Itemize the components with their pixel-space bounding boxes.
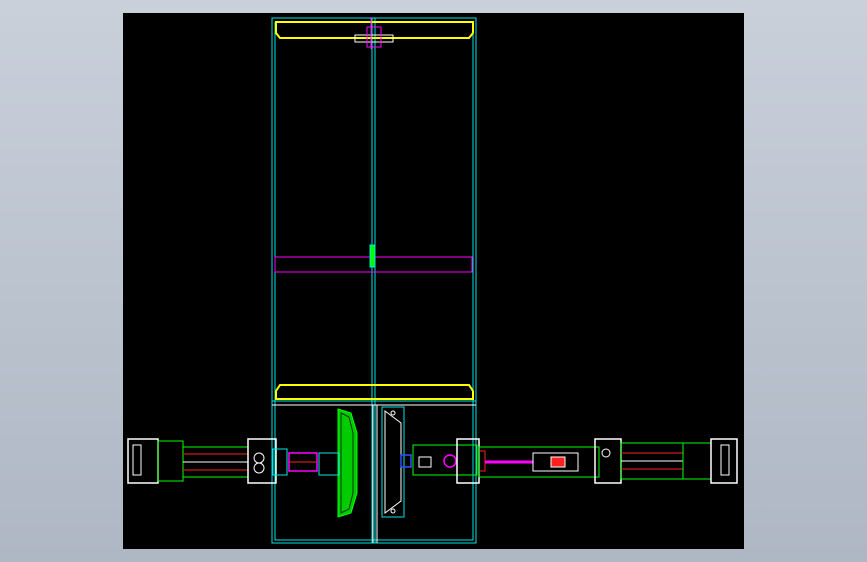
middle-band xyxy=(274,244,473,273)
left-cylinder xyxy=(127,438,318,484)
cad-drawing xyxy=(127,17,738,544)
cad-viewport[interactable] xyxy=(123,13,744,549)
base-section xyxy=(272,404,476,543)
right-cylinder xyxy=(400,438,738,484)
bottom-plate xyxy=(272,384,476,402)
suction-cup xyxy=(318,408,358,518)
